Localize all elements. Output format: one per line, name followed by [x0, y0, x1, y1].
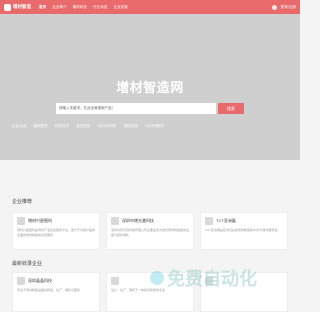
company-name[interactable]: 增材兴星图科	[28, 218, 52, 224]
account-area[interactable]: 登录/注册	[271, 4, 296, 10]
company-logo	[111, 277, 119, 285]
hot-link[interactable]: 材料打印	[55, 124, 69, 129]
hero-banner: 增材智造网 请输入关键词，在此全局搜索产品！ 搜索 企业公司 增材研究 材料打印…	[0, 14, 300, 160]
company-logo	[17, 217, 25, 225]
search-button[interactable]: 搜索	[218, 103, 244, 114]
hot-link[interactable]: 企业公司	[12, 124, 26, 129]
hot-link[interactable]: 3D打印材料	[98, 124, 117, 129]
company-name[interactable]: TCT亚洲展	[216, 218, 236, 224]
section-title-recommend: 企业推荐	[12, 199, 33, 205]
logo-icon	[4, 3, 11, 11]
hero-title: 增材智造网	[116, 80, 184, 95]
company-logo	[205, 217, 213, 225]
company-name[interactable]: 深圳晶晶科技	[28, 278, 52, 284]
company-desc: TCT亚洲展是亚洲领先的增材制造和3D打印技术展览会	[205, 228, 278, 232]
company-desc: 深圳市增光激科技有限公司主要业务为激光增材制造相关设备与配件销售	[111, 228, 190, 237]
login-link[interactable]: 登录/注册	[281, 5, 296, 10]
company-card[interactable]: 深圳市增光激科技 深圳市增光激科技有限公司主要业务为激光增材制造相关设备与配件销…	[106, 212, 194, 250]
company-logo	[17, 277, 25, 285]
watermark-text: 免费自动化	[167, 269, 257, 289]
site-logo[interactable]: 增材智造	[4, 3, 31, 11]
nav-item-custom[interactable]: 企业定制	[113, 5, 127, 10]
search-input[interactable]: 请输入关键词，在此全局搜索产品！	[56, 103, 216, 114]
hot-link[interactable]: 增材研究	[33, 124, 47, 129]
nav-item-tech[interactable]: 增材科技	[73, 5, 87, 10]
hot-link[interactable]: 3D打印配件	[145, 124, 164, 129]
company-logo	[111, 217, 119, 225]
section-title-latest: 最新收录企业	[12, 261, 43, 267]
nav-item-company[interactable]: 企业简介	[52, 5, 66, 10]
search-placeholder: 请输入关键词，在此全局搜索产品！	[59, 106, 115, 110]
company-card[interactable]: 增材兴星图科 增材兴星图科是增材产业综合服务平台，致力于为用户提供全面的增材制造…	[12, 212, 100, 250]
user-icon	[271, 4, 277, 10]
watermark: 免费自动化	[150, 265, 257, 291]
company-card[interactable]: TCT亚洲展 TCT亚洲展是亚洲领先的增材制造和3D打印技术展览会	[200, 212, 288, 250]
company-desc: 增材兴星图科是增材产业综合服务平台，致力于为用户提供全面的增材制造信息和服务	[17, 228, 96, 237]
nav-item-news[interactable]: 行业动态	[93, 5, 107, 10]
company-card[interactable]: 深圳晶晶科技 专注于增材制造设备的研发、生产、销售与服务	[12, 272, 100, 312]
company-name[interactable]: 深圳市增光激科技	[122, 218, 154, 224]
logo-text: 增材智造	[13, 4, 31, 9]
hot-links: 企业公司 增材研究 材料打印 激光测光 3D打印材料 增材应用 3D打印配件	[12, 124, 164, 129]
hot-link[interactable]: 激光测光	[76, 124, 90, 129]
hot-link[interactable]: 增材应用	[123, 124, 137, 129]
watermark-icon	[150, 271, 164, 285]
company-desc: 专注于增材制造设备的研发、生产、销售与服务	[17, 288, 81, 292]
nav-item-home[interactable]: 首页	[39, 5, 46, 10]
main-nav: 首页 企业简介 增材科技 行业动态 企业定制	[39, 5, 128, 10]
top-nav-bar: 增材智造 首页 企业简介 增材科技 行业动态 企业定制 登录/注册	[0, 0, 300, 14]
